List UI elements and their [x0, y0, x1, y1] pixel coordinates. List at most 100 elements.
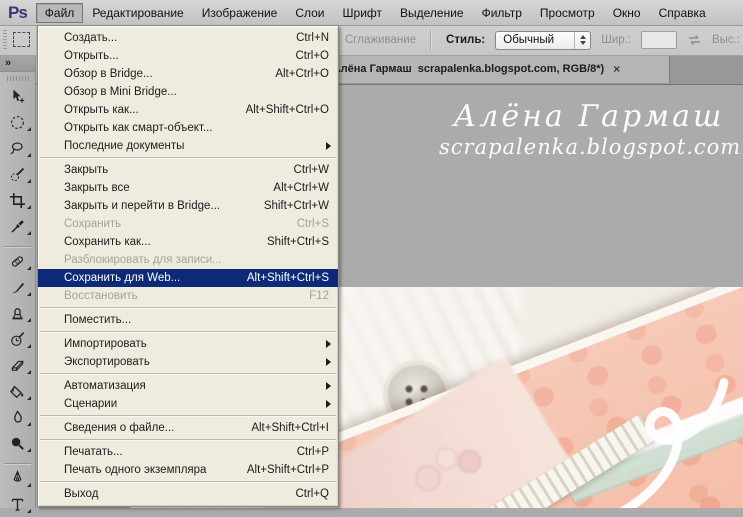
menu-view[interactable]: Просмотр — [531, 3, 604, 23]
brush-icon — [11, 282, 25, 293]
menu-item-close[interactable]: Закрыть Ctrl+W — [38, 161, 338, 179]
watermark-name: Алёна Гармаш — [453, 99, 725, 134]
blur-icon — [14, 409, 22, 423]
paint-bucket-icon — [10, 385, 24, 398]
menu-divider — [40, 415, 336, 416]
brush-tool[interactable] — [0, 274, 35, 300]
quick-selection-tool[interactable] — [0, 161, 35, 187]
menu-edit[interactable]: Редактирование — [83, 3, 192, 23]
options-separator — [430, 30, 433, 50]
tool-preset-fragment — [0, 25, 37, 55]
menu-divider — [40, 439, 336, 440]
photoshop-logo: Ps — [8, 2, 28, 22]
close-tab-icon[interactable]: × — [613, 62, 620, 76]
menu-item-print[interactable]: Печатать... Ctrl+P — [38, 443, 338, 461]
eraser-icon — [11, 360, 25, 371]
menu-item-recent-documents[interactable]: Последние документы — [38, 137, 338, 155]
menu-filter[interactable]: Фильтр — [473, 3, 531, 23]
lasso-tool[interactable] — [0, 135, 35, 161]
style-dropdown[interactable]: Обычный — [495, 30, 592, 50]
menu-item-open-as[interactable]: Открыть как... Alt+Shift+Ctrl+O — [38, 101, 338, 119]
document-tab-title: 00% (Алёна Гармаш scrapalenka.blogspot.c… — [304, 63, 605, 75]
tool-panel-header[interactable]: » — [0, 55, 35, 72]
file-menu-dropdown: .mrow{height:18px;display:flex;align-ite… — [37, 25, 339, 507]
lasso-icon — [10, 141, 23, 154]
menu-item-open-as-smart-object[interactable]: Открыть как смарт-объект... — [38, 119, 338, 137]
menu-item-save-for-web[interactable]: Сохранить для Web... Alt+Shift+Ctrl+S — [38, 269, 338, 287]
menu-item-file-info[interactable]: Сведения о файле... Alt+Shift+Ctrl+I — [38, 419, 338, 437]
healing-brush-tool[interactable] — [0, 248, 35, 274]
width-label: Шир.: — [601, 34, 631, 46]
menu-item-close-all[interactable]: Закрыть все Alt+Ctrl+W — [38, 179, 338, 197]
menu-select[interactable]: Выделение — [391, 3, 473, 23]
options-bar-grip[interactable] — [3, 30, 7, 50]
menu-item-new[interactable]: Создать... Ctrl+N — [38, 29, 338, 47]
menu-divider — [40, 481, 336, 482]
pen-icon — [13, 469, 22, 482]
menu-layers[interactable]: Слои — [286, 3, 333, 23]
menu-item-browse-in-bridge[interactable]: Обзор в Bridge... Alt+Ctrl+O — [38, 65, 338, 83]
watermark: Алёна Гармаш scrapalenka.blogspot.com — [439, 99, 742, 160]
style-dropdown-value: Обычный — [503, 34, 555, 46]
menu-help[interactable]: Справка — [650, 3, 715, 23]
swap-dimensions-icon — [687, 33, 702, 47]
move-tool[interactable] — [0, 83, 35, 109]
eyedropper-icon — [11, 219, 24, 233]
quick-selection-icon — [10, 167, 25, 181]
menu-type[interactable]: Шрифт — [334, 3, 391, 23]
watermark-url: scrapalenka.blogspot.com — [439, 135, 742, 159]
history-brush-icon — [11, 331, 25, 346]
elliptical-marquee-tool[interactable] — [0, 109, 35, 135]
style-label: Стиль: — [446, 34, 486, 46]
type-icon — [11, 498, 24, 511]
healing-brush-icon — [11, 255, 24, 267]
menu-item-open[interactable]: Открыть... Ctrl+O — [38, 47, 338, 65]
paint-bucket-tool[interactable] — [0, 378, 35, 404]
menu-divider — [40, 331, 336, 332]
crop-icon — [10, 192, 25, 208]
crop-tool[interactable] — [0, 187, 35, 213]
history-brush-tool[interactable] — [0, 326, 35, 352]
menu-item-automate[interactable]: Автоматизация — [38, 377, 338, 395]
move-icon — [13, 89, 25, 103]
marquee-preset-icon[interactable] — [13, 32, 30, 47]
menu-item-print-one-copy[interactable]: Печать одного экземпляра Alt+Shift+Ctrl+P — [38, 461, 338, 479]
menu-item-save: Сохранить Ctrl+S — [64, 218, 329, 230]
menu-item-revert: Восстановить F12 — [64, 290, 329, 302]
menu-item-exit[interactable]: Выход Ctrl+Q — [38, 485, 338, 503]
menu-item-browse-in-mini-bridge[interactable]: Обзор в Mini Bridge... — [38, 83, 338, 101]
menu-item-close-and-go-to-bridge[interactable]: Закрыть и перейти в Bridge... Shift+Ctrl+… — [38, 197, 338, 215]
menu-file[interactable]: Файл — [35, 2, 84, 23]
menu-window[interactable]: Окно — [604, 3, 650, 23]
tool-separator — [4, 457, 31, 464]
type-tool[interactable] — [0, 491, 35, 517]
menu-item-check-in: Разблокировать для записи... — [64, 254, 222, 266]
tool-panel: » — [0, 55, 36, 513]
menu-divider — [40, 307, 336, 308]
menu-item-save-as[interactable]: Сохранить как... Shift+Ctrl+S — [38, 233, 338, 251]
eyedropper-tool[interactable] — [0, 213, 35, 239]
collapse-panel-icon: » — [5, 57, 12, 69]
dodge-tool[interactable] — [0, 430, 35, 456]
width-input — [641, 31, 677, 49]
blur-tool[interactable] — [0, 404, 35, 430]
menu-image[interactable]: Изображение — [193, 3, 287, 23]
height-label: Выс.: — [712, 34, 741, 46]
clone-stamp-tool[interactable] — [0, 300, 35, 326]
menu-divider — [40, 157, 336, 158]
tool-separator — [4, 240, 31, 247]
menu-item-place[interactable]: Поместить... — [38, 311, 338, 329]
menu-bar: Ps Файл Редактирование Изображение Слои … — [0, 0, 743, 26]
eraser-tool[interactable] — [0, 352, 35, 378]
dodge-icon — [11, 437, 24, 450]
menu-divider — [40, 373, 336, 374]
pen-tool[interactable] — [0, 465, 35, 491]
menu-item-scripts[interactable]: Сценарии — [38, 395, 338, 413]
antialias-label: Сглаживание — [345, 34, 417, 46]
menu-item-export[interactable]: Экспортировать — [38, 353, 338, 371]
clone-stamp-icon — [12, 307, 23, 319]
elliptical-marquee-icon — [11, 115, 24, 129]
chevron-up-down-icon — [574, 31, 590, 49]
tool-panel-grip[interactable] — [6, 76, 29, 81]
menu-item-import[interactable]: Импортировать — [38, 335, 338, 353]
